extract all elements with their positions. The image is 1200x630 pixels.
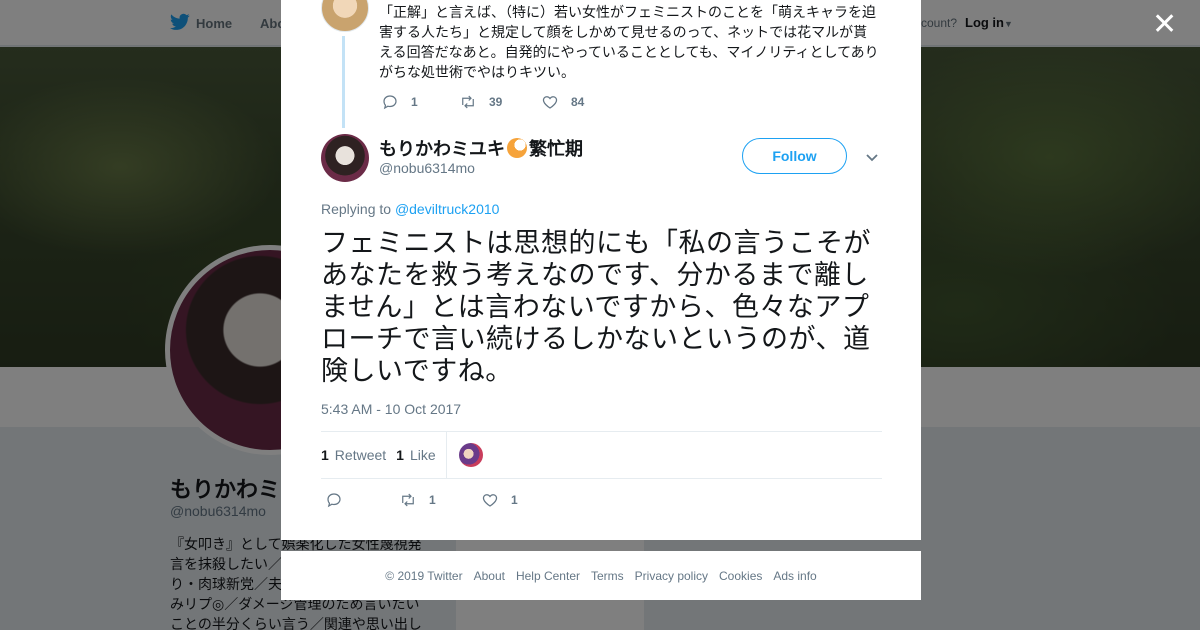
author-handle[interactable]: @nobu6314mo [379,160,475,176]
footer-link-privacy[interactable]: Privacy policy [635,569,708,583]
like-count: 84 [571,95,585,109]
tweet-modal: 「正解」と言えば、（特に）若い女性がフェミニストのことを「萌えキャラを迫害する人… [281,0,921,540]
retweet-button[interactable]: 1 [399,491,481,509]
like-button[interactable]: 84 [541,93,584,111]
author-name[interactable]: もりかわミユキ 繁忙期 [379,135,583,161]
footer-link-cookies[interactable]: Cookies [719,569,762,583]
reply-count: 1 [411,95,418,109]
reply-icon [383,95,397,110]
like-action-count: 1 [511,493,518,507]
footer-copyright: © 2019 Twitter [385,568,463,583]
liker-avatar[interactable] [458,443,483,467]
heart-icon [542,96,558,109]
like-button[interactable]: 1 [481,491,518,509]
footer-link-help-center[interactable]: Help Center [516,569,580,583]
retweet-icon [462,95,474,109]
retweet-action-count: 1 [429,493,436,507]
like-stat-label: Like [409,447,436,463]
reply-button[interactable] [325,491,399,509]
reply-button[interactable]: 1 [381,93,459,111]
retweet-stat[interactable]: 1 Retweet [321,447,386,463]
author-display-name: もりかわミユキ [379,139,505,159]
parent-tweet-text: 「正解」と言えば、（特に）若い女性がフェミニストのことを「萌えキャラを迫害する人… [379,4,879,80]
follow-button[interactable]: Follow [742,138,847,174]
stats-divider [445,431,447,479]
tweet-stats: 1 Retweet 1 Like [321,431,882,479]
crescent-moon-emoji-icon [507,138,527,158]
retweet-icon [402,493,414,507]
reply-icon [327,493,341,508]
retweet-stat-label: Retweet [334,447,387,463]
footer-link-ads-info[interactable]: Ads info [773,569,816,583]
footer-link-terms[interactable]: Terms [591,569,624,583]
thread-connector [342,36,345,128]
retweet-count: 39 [489,95,503,109]
retweet-stat-count: 1 [321,447,329,463]
parent-tweet-avatar[interactable] [321,0,369,32]
chevron-down-icon[interactable] [865,150,879,164]
like-stat[interactable]: 1 Like [396,447,435,463]
footer-link-about[interactable]: About [474,569,505,583]
author-name-suffix: 繁忙期 [529,139,583,159]
heart-icon [482,494,498,507]
replying-prefix: Replying to [321,201,395,217]
tweet-timestamp[interactable]: 5:43 AM - 10 Oct 2017 [321,401,461,417]
tweet-text: フェミニストは思想的にも「私の言うこそがあなたを救う考えなのです、分かるまで離し… [321,228,871,386]
tweet-actions: 1 1 [325,491,518,509]
modal-footer: © 2019 Twitter About Help Center Terms P… [281,551,921,600]
retweet-button[interactable]: 39 [459,93,541,111]
replying-to: Replying to @deviltruck2010 [321,201,499,217]
close-icon[interactable]: ✕ [1152,10,1177,40]
parent-tweet-actions: 1 39 84 [381,93,584,111]
like-stat-count: 1 [396,447,404,463]
replying-to-link[interactable]: @deviltruck2010 [395,201,500,217]
author-avatar[interactable] [321,134,369,182]
